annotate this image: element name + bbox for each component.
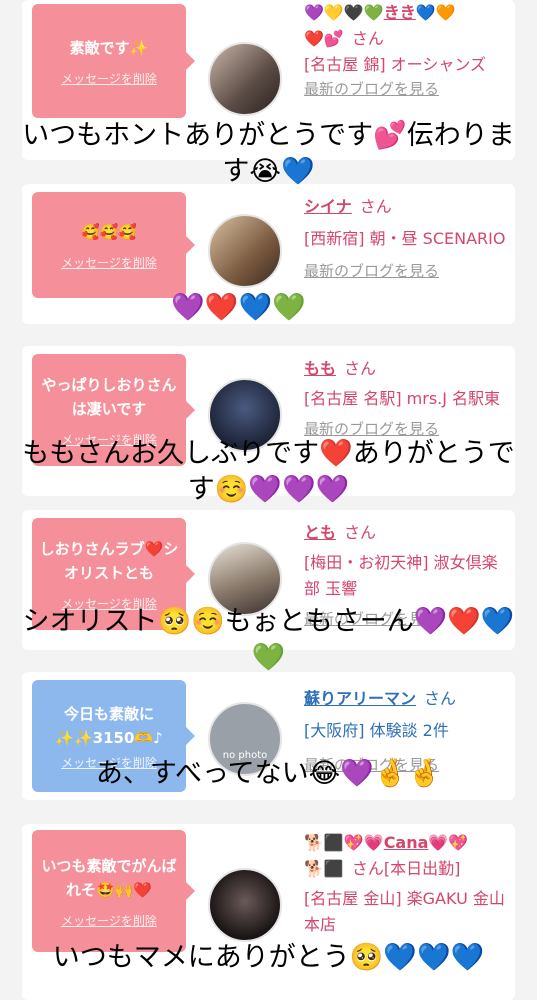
honorific: さん [351, 29, 384, 48]
latest-blog-link[interactable]: 最新のブログを見る [304, 78, 507, 99]
honorific: さん [344, 523, 377, 542]
sender-name-link[interactable]: 蘇りアリーマン [304, 689, 416, 708]
message-text: 🥰🥰🥰 [80, 222, 138, 241]
message-text: いつも素敵でがんばれそ🤩🙌❤️ [41, 856, 177, 899]
sender-info: 💜💛🖤💚きき💙🧡 ❤️💕 さん [名古屋 錦] オーシャンズ 最新のブログを見る [304, 0, 507, 99]
message-bubble: 素敵です✨ メッセージを削除 [32, 4, 195, 118]
shop-location[interactable]: [名古屋 錦] オーシャンズ [304, 52, 507, 78]
latest-blog-link[interactable]: 最新のブログを見る [304, 260, 507, 281]
name-emoji-line2: ❤️💕 [304, 29, 344, 48]
shop-location[interactable]: [大阪府] 体験談 2件 [304, 718, 507, 744]
message-bubble: 🥰🥰🥰 メッセージを削除 [32, 192, 195, 298]
message-text: 素敵です✨ [69, 38, 149, 57]
shop-location[interactable]: [名古屋 名駅] mrs.J 名駅東 [304, 386, 507, 412]
sender-name-link[interactable]: きき [384, 3, 416, 22]
name-emoji-line2: 🐕⬛ [304, 859, 344, 878]
message-text: やっぱりしおりさんは凄いです [41, 375, 177, 418]
caption-overlay: シオリスト🥺☺️もぉともさーん💜❤️💙💚 [22, 606, 515, 673]
sender-info: 🐕⬛💖💗Cana💗💖 🐕⬛ さん[本日出勤] [名古屋 金山] 楽GAKU 金山本… [304, 830, 507, 938]
name-emoji-suffix: 💙🧡 [415, 3, 456, 22]
honorific: さん[本日出勤] [351, 859, 461, 878]
avatar[interactable] [208, 214, 282, 288]
honorific: さん [344, 359, 377, 378]
sender-name-link[interactable]: もも [304, 359, 336, 378]
caption-overlay: いつもマメにありがとう🥺💙💙💙 [52, 942, 485, 973]
sender-name-link[interactable]: シイナ [304, 197, 352, 216]
name-emoji-suffix: 💗💖 [428, 833, 469, 852]
avatar[interactable] [208, 868, 282, 942]
shop-location[interactable]: [西新宿] 朝・昼 SCENARIO [304, 226, 507, 252]
sender-info: もも さん [名古屋 名駅] mrs.J 名駅東 最新のブログを見る [304, 356, 507, 439]
avatar[interactable] [208, 42, 282, 116]
shop-location[interactable]: [梅田・お初天神] 淑女倶楽部 玉響 [304, 550, 507, 602]
caption-overlay: いつもホントありがとうです💕伝わります😭💙 [22, 120, 515, 187]
name-emoji-prefix: 💜💛🖤💚 [304, 3, 384, 22]
sender-name-link[interactable]: とも [304, 523, 336, 542]
delete-message-link[interactable]: メッセージを削除 [61, 70, 157, 87]
name-emoji-prefix: 🐕⬛💖💗 [304, 833, 384, 852]
shop-location[interactable]: [名古屋 金山] 楽GAKU 金山本店 [304, 886, 507, 938]
sender-info: シイナ さん [西新宿] 朝・昼 SCENARIO 最新のブログを見る [304, 194, 507, 281]
honorific: さん [424, 689, 457, 708]
delete-message-link[interactable]: メッセージを削除 [61, 912, 157, 929]
message-text: 今日も素敵に✨✨3150🫶♪ [55, 704, 163, 747]
delete-message-link[interactable]: メッセージを削除 [61, 254, 157, 271]
caption-overlay: 💜❤️💙💚 [171, 292, 306, 323]
sender-name-link[interactable]: Cana [384, 833, 429, 852]
honorific: さん [359, 197, 392, 216]
caption-overlay: あ、すべってない😂💜🤞🤞 [95, 758, 442, 789]
message-bubble: いつも素敵でがんばれそ🤩🙌❤️ メッセージを削除 [32, 830, 195, 952]
message-text: しおりさんラブ❤️シオリストとも [39, 539, 179, 582]
caption-overlay: ももさんお久しぶりです❤️ありがとうです☺️💜💜💜 [22, 438, 515, 505]
